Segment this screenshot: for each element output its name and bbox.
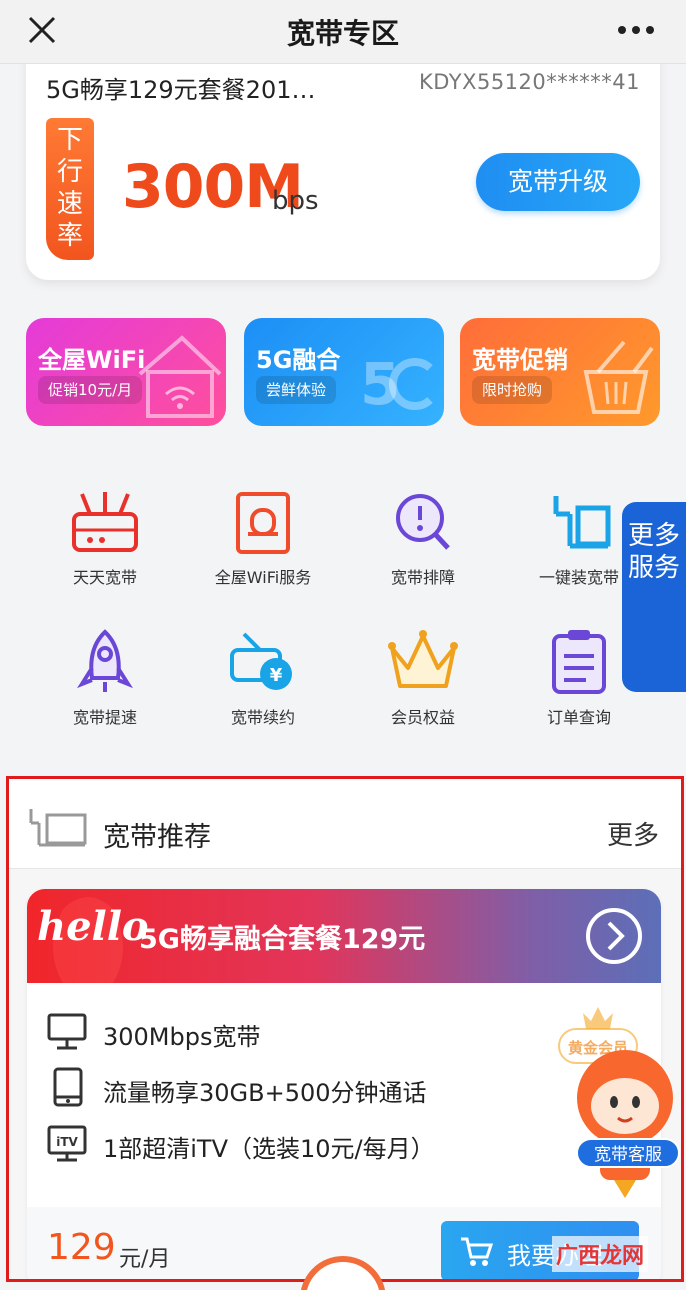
rocket-icon	[77, 629, 133, 692]
promo-tag: 限时抢购	[472, 376, 553, 404]
more-services-tab[interactable]: 更多服务	[622, 502, 686, 692]
promo-title: 5G融合	[256, 346, 341, 374]
section-header: 宽带推荐 更多	[9, 779, 681, 869]
promo-tag: 促销10元/月	[38, 376, 143, 404]
package-banner: hello 5G畅享融合套餐129元	[27, 889, 661, 983]
promo-tag: 尝鲜体验	[256, 376, 337, 404]
speed-unit: bps	[272, 186, 319, 216]
5g-logo-icon: 5	[360, 350, 433, 418]
monitor-icon	[47, 1013, 87, 1050]
svg-text:iTV: iTV	[56, 1135, 78, 1149]
promo-title: 全屋WiFi	[38, 346, 146, 374]
crown-icon	[388, 630, 458, 688]
service-label: 宽带续约	[230, 708, 295, 727]
service-whole-home-wifi[interactable]: 全屋WiFi服务	[198, 488, 328, 598]
watermark: 广西龙网	[552, 1236, 649, 1272]
hello-logo: hello	[37, 903, 149, 950]
itv-icon: iTV	[47, 1125, 87, 1162]
broadband-tv-icon	[29, 809, 87, 847]
plan-name: 5G畅享129元套餐201…	[46, 76, 316, 104]
install-cable-icon	[553, 496, 611, 549]
service-label: 会员权益	[390, 708, 455, 727]
service-renew[interactable]: ¥ 宽带续约	[198, 628, 328, 738]
service-label: 宽带排障	[390, 568, 455, 587]
feature-text: 1部超清iTV（选装10元/每月）	[103, 1135, 435, 1163]
feature-text: 300Mbps宽带	[103, 1023, 261, 1051]
service-troubleshoot[interactable]: 宽带排障	[358, 488, 488, 598]
price-value: 129	[47, 1227, 116, 1268]
customer-service-mascot-icon[interactable]	[570, 1040, 680, 1200]
promo-whole-home-wifi[interactable]: 全屋WiFi 促销10元/月	[26, 318, 226, 426]
downlink-speed-tag: 下行速率	[46, 118, 94, 260]
promo-5g-fusion[interactable]: 5 5G融合 尝鲜体验	[244, 318, 444, 426]
service-label: 订单查询	[546, 708, 611, 727]
phone-icon	[53, 1067, 83, 1107]
router-icon	[72, 492, 138, 552]
title-bar: 宽带专区	[0, 0, 686, 64]
service-speed-up[interactable]: 宽带提速	[40, 628, 170, 738]
price-unit: 元/月	[119, 1247, 171, 1272]
feature-text: 流量畅享30GB+500分钟通话	[103, 1079, 427, 1107]
section-title: 宽带推荐	[103, 822, 211, 853]
wifi-device-icon	[236, 492, 290, 554]
svg-text:¥: ¥	[270, 665, 283, 686]
package-card[interactable]: hello 5G畅享融合套餐129元 300Mbps宽带 流量畅享30GB+50…	[27, 889, 661, 1279]
broadband-account-card: 5G畅享129元套餐201… KDYX55120******41 下行速率 30…	[26, 40, 660, 280]
service-daily-broadband[interactable]: 天天宽带	[40, 488, 170, 598]
page-title: 宽带专区	[286, 17, 399, 50]
service-label: 天天宽带	[72, 568, 137, 587]
service-member-benefits[interactable]: 会员权益	[358, 628, 488, 738]
troubleshoot-search-icon	[396, 494, 450, 550]
customer-service-label[interactable]: 宽带客服	[576, 1138, 680, 1168]
arrow-right-circle-icon[interactable]	[585, 907, 643, 965]
clipboard-icon	[552, 630, 606, 694]
cart-icon	[461, 1237, 493, 1266]
package-title: 5G畅享融合套餐129元	[139, 924, 426, 955]
broadband-upgrade-button[interactable]: 宽带升级	[476, 153, 640, 211]
more-dots-icon[interactable]	[616, 18, 656, 42]
shopping-basket-icon	[583, 340, 654, 414]
broadband-recommend-section: 宽带推荐 更多 hello 5G畅享融合套餐129元 300Mbps宽带 流量畅…	[6, 776, 684, 1282]
more-link[interactable]: 更多	[607, 815, 659, 852]
renew-yuan-icon: ¥	[230, 632, 292, 690]
account-number: KDYX55120******41	[418, 70, 640, 94]
service-label: 宽带提速	[72, 708, 137, 727]
house-wifi-icon	[138, 335, 222, 418]
service-label: 全屋WiFi服务	[214, 568, 312, 587]
promo-broadband-sale[interactable]: 宽带促销 限时抢购	[460, 318, 660, 426]
promo-title: 宽带促销	[472, 346, 568, 374]
